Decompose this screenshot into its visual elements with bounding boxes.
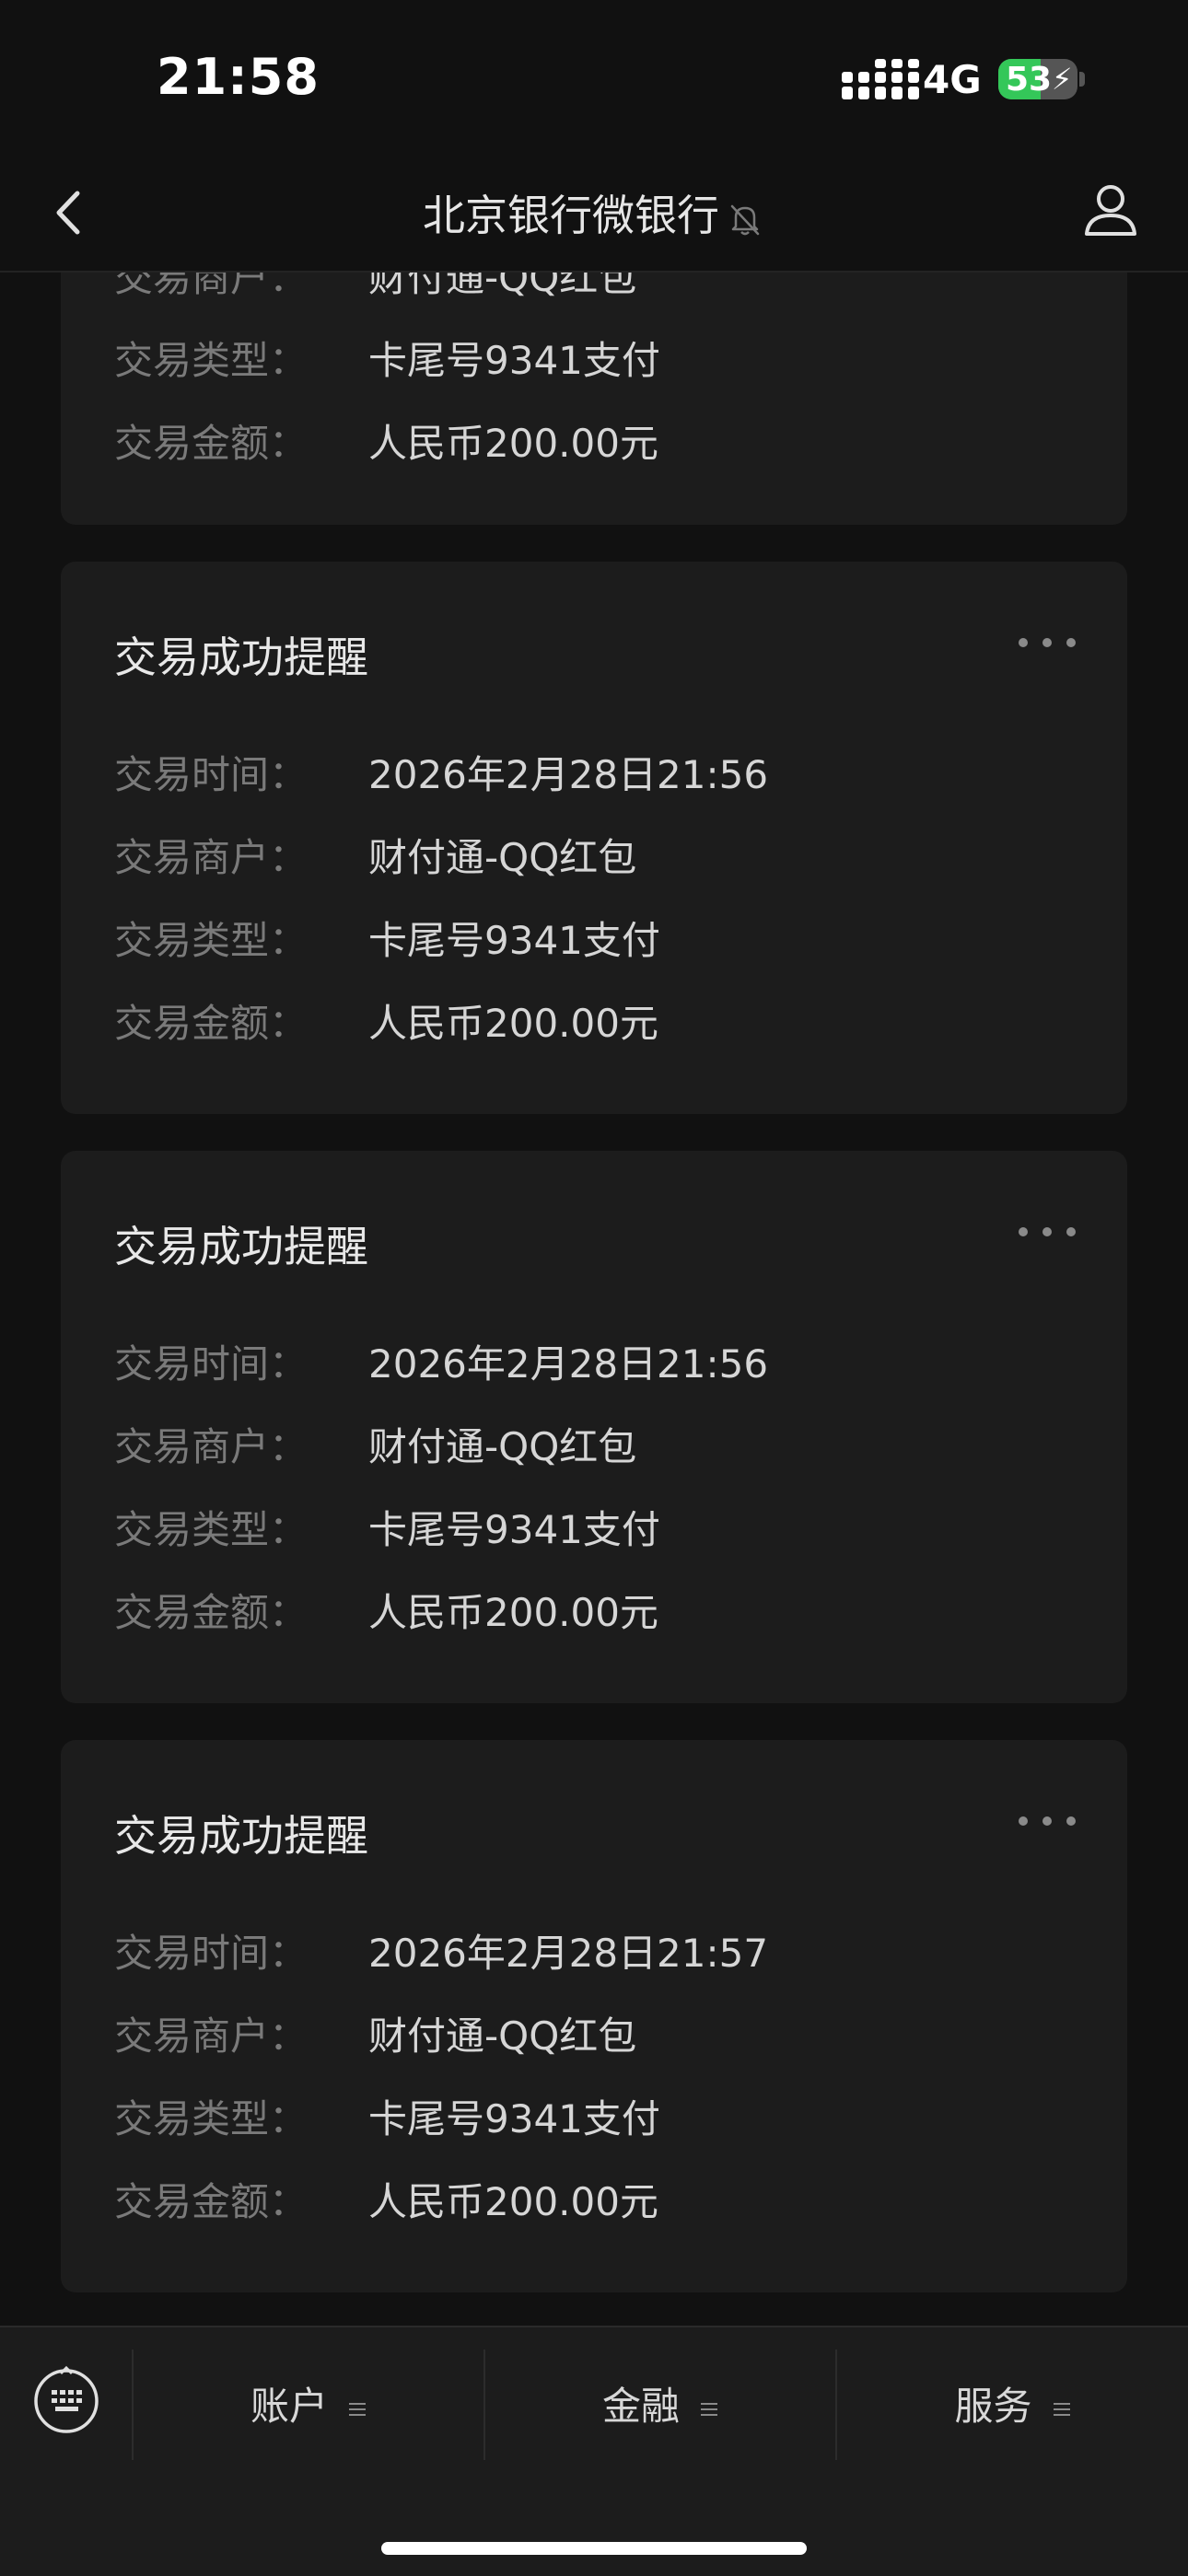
signal-icon <box>842 59 919 99</box>
charging-icon: ⚡ <box>1052 62 1073 97</box>
row-value: 卡尾号9341支付 <box>368 338 660 383</box>
row-label: 交易商户： <box>114 835 309 880</box>
row-label: 交易类型： <box>114 2096 309 2141</box>
row-value: 财付通-QQ红包 <box>368 273 637 300</box>
row-label: 交易金额： <box>114 1001 309 1046</box>
row-value: 2026年2月28日21:56 <box>368 1341 769 1387</box>
row-label: 交易类型： <box>114 918 309 963</box>
message-card: 交易成功提醒 交易时间： 2026年2月28日21:57 交易商户： 财付通-Q… <box>61 1740 1127 2292</box>
row-label: 交易类型： <box>114 1507 309 1552</box>
row-value: 卡尾号9341支付 <box>368 1507 660 1552</box>
row-value: 财付通-QQ红包 <box>368 835 637 880</box>
message-card: 交易成功提醒 交易时间： 2026年2月28日21:56 交易商户： 财付通-Q… <box>61 1151 1127 1703</box>
home-indicator[interactable] <box>381 2542 807 2555</box>
nav-bar: 北京银行微银行 <box>0 157 1188 273</box>
row-value: 人民币200.00元 <box>368 421 658 466</box>
tab-service[interactable]: 服务 <box>837 2327 1188 2466</box>
tab-label: 金融 <box>601 2384 680 2429</box>
tab-label-wrap: 账户 <box>134 2375 483 2431</box>
row-value: 人民币200.00元 <box>368 2179 658 2224</box>
row-value: 2026年2月28日21:57 <box>368 1931 769 1976</box>
card-title: 交易成功提醒 <box>114 1222 368 1271</box>
row-label: 交易时间： <box>114 752 309 797</box>
tab-label-wrap: 服务 <box>837 2375 1188 2431</box>
tab-label-wrap: 金融 <box>485 2375 835 2431</box>
status-bar: 21:58 4G 53 ⚡ <box>0 0 1188 157</box>
row-value: 财付通-QQ红包 <box>368 2013 637 2059</box>
ellipsis-icon[interactable] <box>1015 1812 1079 1830</box>
row-label: 交易金额： <box>114 2179 309 2224</box>
row-label: 交易时间： <box>114 1341 309 1387</box>
page-title: 北京银行微银行 <box>423 191 719 240</box>
row-label: 交易金额： <box>114 421 309 466</box>
tab-label: 服务 <box>954 2384 1032 2429</box>
tab-label: 账户 <box>250 2384 328 2429</box>
network-type: 4G <box>923 57 982 102</box>
row-label: 交易商户： <box>114 2013 309 2059</box>
row-value: 2026年2月28日21:56 <box>368 752 769 797</box>
tab-finance[interactable]: 金融 <box>485 2327 835 2466</box>
row-label: 交易金额： <box>114 1590 309 1635</box>
row-label: 交易商户： <box>114 273 309 300</box>
keyboard-icon[interactable] <box>31 2364 101 2434</box>
row-label: 交易类型： <box>114 338 309 383</box>
row-value: 人民币200.00元 <box>368 1590 658 1635</box>
row-value: 财付通-QQ红包 <box>368 1424 637 1469</box>
battery-percent: 53 <box>1006 61 1053 99</box>
row-label: 交易商户： <box>114 1424 309 1469</box>
menu-lines-icon <box>1053 2402 1070 2416</box>
row-label: 交易时间： <box>114 1931 309 1976</box>
bell-slash-icon <box>730 204 760 235</box>
card-title: 交易成功提醒 <box>114 632 368 682</box>
battery-icon: 53 ⚡ <box>998 59 1077 99</box>
tab-account[interactable]: 账户 <box>134 2327 483 2466</box>
row-value: 卡尾号9341支付 <box>368 918 660 963</box>
row-value: 卡尾号9341支付 <box>368 2096 660 2141</box>
row-value: 人民币200.00元 <box>368 1001 658 1046</box>
message-list[interactable]: 交易商户： 财付通-QQ红包 交易类型： 卡尾号9341支付 交易金额： 人民币… <box>0 273 1188 2326</box>
message-card: 交易成功提醒 交易时间： 2026年2月28日21:56 交易商户： 财付通-Q… <box>61 562 1127 1114</box>
ellipsis-icon[interactable] <box>1015 633 1079 652</box>
menu-lines-icon <box>349 2402 366 2416</box>
status-time: 21:58 <box>157 48 320 106</box>
bottom-menu-bar: 账户 金融 服务 <box>0 2326 1188 2576</box>
card-title: 交易成功提醒 <box>114 1811 368 1861</box>
person-icon[interactable] <box>1077 177 1144 243</box>
message-card: 交易商户： 财付通-QQ红包 交易类型： 卡尾号9341支付 交易金额： 人民币… <box>61 273 1127 525</box>
ellipsis-icon[interactable] <box>1015 1223 1079 1241</box>
page-title-bar: 北京银行微银行 <box>0 182 1188 243</box>
battery-cap <box>1079 72 1085 87</box>
menu-lines-icon <box>701 2402 717 2416</box>
